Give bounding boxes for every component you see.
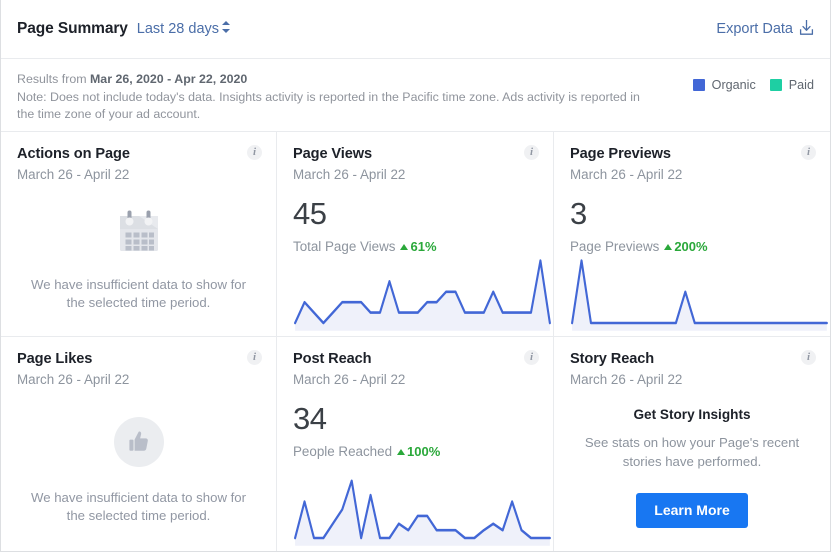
card-title: Page Previews: [570, 146, 814, 162]
card-subtitle: March 26 - April 22: [570, 372, 814, 387]
info-icon[interactable]: i: [524, 145, 539, 160]
delta-badge: 61%: [400, 239, 436, 254]
page-views-sparkline: [293, 258, 553, 336]
delta-value: 61%: [410, 239, 436, 254]
legend-swatch-paid: [770, 79, 782, 91]
info-icon[interactable]: i: [247, 145, 262, 160]
results-range: Mar 26, 2020 - Apr 22, 2020: [90, 72, 247, 86]
card-post-reach: Post Reach March 26 - April 22 i 34 Peop…: [277, 337, 554, 551]
export-data-label: Export Data: [716, 21, 793, 37]
results-text: Results from Mar 26, 2020 - Apr 22, 2020…: [17, 71, 647, 124]
delta-badge: 200%: [664, 239, 707, 254]
date-range-label: Last 28 days: [137, 21, 219, 37]
header-left-group: Page Summary Last 28 days: [17, 20, 230, 38]
card-title: Page Views: [293, 146, 537, 162]
sparkline-svg: [570, 258, 830, 336]
page-summary-panel: Page Summary Last 28 days Export Data: [0, 0, 831, 552]
metric-label: Page Previews: [570, 239, 659, 254]
sparkline-area: [295, 261, 550, 331]
legend-label-paid: Paid: [789, 78, 814, 92]
card-subtitle: March 26 - April 22: [293, 372, 537, 387]
legend-label-organic: Organic: [712, 78, 756, 92]
sort-updown-icon: [222, 21, 230, 34]
legend-item-paid: Paid: [770, 78, 814, 92]
info-icon[interactable]: i: [801, 145, 816, 160]
page-title: Page Summary: [17, 20, 128, 38]
card-subtitle: March 26 - April 22: [293, 167, 537, 182]
legend-swatch-organic: [693, 79, 705, 91]
metric-value: 45: [293, 198, 537, 229]
sparkline-svg: [293, 258, 553, 336]
card-story-reach: Story Reach March 26 - April 22 i Get St…: [554, 337, 830, 551]
learn-more-button[interactable]: Learn More: [636, 493, 747, 528]
results-prefix: Results from: [17, 72, 90, 86]
info-icon[interactable]: i: [247, 350, 262, 365]
card-subtitle: March 26 - April 22: [570, 167, 814, 182]
metric-value: 34: [293, 403, 537, 434]
delta-value: 200%: [674, 239, 707, 254]
triangle-up-icon: [397, 449, 405, 455]
sparkline-area: [295, 481, 550, 546]
card-title: Story Reach: [570, 351, 814, 367]
story-insights-promo: Get Story Insights See stats on how your…: [554, 403, 830, 528]
panel-header: Page Summary Last 28 days Export Data: [1, 0, 830, 59]
triangle-up-icon: [664, 244, 672, 250]
metric-card-grid: Actions on Page March 26 - April 22 i: [1, 132, 830, 551]
page-previews-sparkline: [570, 258, 830, 336]
post-reach-sparkline: [293, 473, 553, 551]
empty-state-message: We have insufficient data to show for th…: [27, 489, 250, 525]
card-page-views: Page Views March 26 - April 22 i 45 Tota…: [277, 132, 554, 337]
card-page-likes: Page Likes March 26 - April 22 i We have…: [1, 337, 277, 551]
card-title: Actions on Page: [17, 146, 260, 162]
legend-item-organic: Organic: [693, 78, 756, 92]
sparkline-line: [572, 261, 827, 323]
sparkline-svg: [293, 473, 553, 551]
metric-label-row: Page Previews 200%: [570, 239, 814, 254]
info-icon[interactable]: i: [801, 350, 816, 365]
metric-label-row: Total Page Views 61%: [293, 239, 537, 254]
download-icon: [799, 19, 814, 40]
empty-state-message: We have insufficient data to show for th…: [27, 276, 250, 312]
metric-label: Total Page Views: [293, 239, 395, 254]
card-actions-on-page: Actions on Page March 26 - April 22 i: [1, 132, 277, 337]
card-title: Page Likes: [17, 351, 260, 367]
thumbs-up-icon: [114, 417, 164, 467]
card-subtitle: March 26 - April 22: [17, 167, 260, 182]
delta-badge: 100%: [397, 444, 440, 459]
export-data-button[interactable]: Export Data: [716, 19, 814, 40]
metric-value: 3: [570, 198, 814, 229]
delta-value: 100%: [407, 444, 440, 459]
chart-legend: Organic Paid: [693, 71, 814, 92]
empty-state: We have insufficient data to show for th…: [1, 194, 276, 328]
metric-label: People Reached: [293, 444, 392, 459]
card-subtitle: March 26 - April 22: [17, 372, 260, 387]
results-note: Note: Does not include today's data. Ins…: [17, 90, 640, 122]
promo-description: See stats on how your Page's recent stor…: [576, 434, 808, 471]
calendar-icon: [118, 210, 160, 254]
triangle-up-icon: [400, 244, 408, 250]
empty-state: We have insufficient data to show for th…: [1, 399, 276, 543]
card-title: Post Reach: [293, 351, 537, 367]
sparkline-area: [572, 261, 827, 331]
results-banner: Results from Mar 26, 2020 - Apr 22, 2020…: [1, 59, 830, 132]
card-page-previews: Page Previews March 26 - April 22 i 3 Pa…: [554, 132, 830, 337]
promo-title: Get Story Insights: [633, 407, 750, 422]
metric-label-row: People Reached 100%: [293, 444, 537, 459]
date-range-selector[interactable]: Last 28 days: [137, 20, 230, 37]
info-icon[interactable]: i: [524, 350, 539, 365]
